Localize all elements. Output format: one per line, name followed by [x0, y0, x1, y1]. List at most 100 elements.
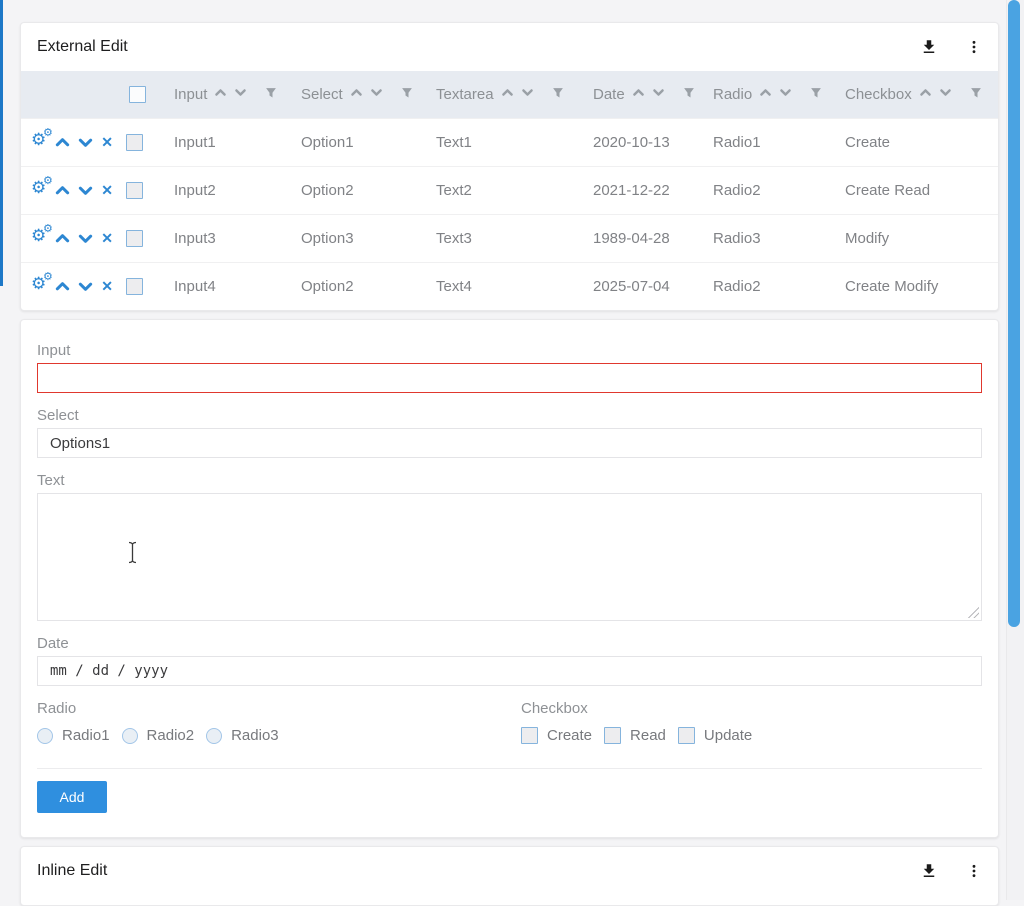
- filter-icon[interactable]: [552, 86, 564, 103]
- filter-icon[interactable]: [970, 86, 982, 103]
- sort-desc-icon[interactable]: [234, 86, 247, 103]
- move-down-icon[interactable]: [78, 231, 93, 246]
- filter-icon[interactable]: [265, 86, 277, 103]
- kebab-menu-icon[interactable]: [966, 863, 982, 879]
- radio-icon[interactable]: [37, 728, 53, 744]
- select-input[interactable]: Options1: [37, 428, 982, 458]
- download-icon[interactable]: [920, 862, 938, 880]
- header-actions-cell: [21, 71, 113, 118]
- text-label: Text: [37, 472, 982, 489]
- cell-input: Input1: [161, 118, 288, 166]
- cell-textarea: Text3: [423, 214, 580, 262]
- cell-textarea: Text1: [423, 118, 580, 166]
- sort-desc-icon[interactable]: [521, 86, 534, 103]
- move-up-icon[interactable]: [55, 135, 70, 150]
- sort-desc-icon[interactable]: [779, 86, 792, 103]
- checkbox-icon[interactable]: [678, 727, 695, 744]
- scrollbar-thumb[interactable]: [1008, 0, 1020, 627]
- cell-checkbox: Create Read: [832, 166, 998, 214]
- radio-icon[interactable]: [206, 728, 222, 744]
- left-accent-bar: [0, 0, 3, 286]
- row-checkbox[interactable]: [126, 230, 143, 247]
- checkbox-icon[interactable]: [604, 727, 621, 744]
- sort-asc-icon[interactable]: [350, 86, 363, 103]
- cell-select: Option2: [288, 262, 423, 310]
- kebab-menu-icon[interactable]: [966, 39, 982, 55]
- sort-asc-icon[interactable]: [759, 86, 772, 103]
- filter-icon[interactable]: [401, 86, 413, 103]
- checkbox-option-read[interactable]: Read: [604, 727, 666, 744]
- radio-option-label: Radio1: [62, 727, 110, 744]
- sort-desc-icon[interactable]: [652, 86, 665, 103]
- row-checkbox[interactable]: [126, 278, 143, 295]
- external-edit-header: External Edit: [21, 23, 998, 71]
- date-input[interactable]: mm / dd / yyyy: [37, 656, 982, 686]
- row-checkbox[interactable]: [126, 134, 143, 151]
- cell-textarea: Text4: [423, 262, 580, 310]
- choice-row: Radio Radio1 Radio2 Radio3: [37, 686, 982, 744]
- cell-checkbox: Modify: [832, 214, 998, 262]
- move-down-icon[interactable]: [78, 135, 93, 150]
- row-checkbox[interactable]: [126, 182, 143, 199]
- sort-asc-icon[interactable]: [632, 86, 645, 103]
- cell-textarea: Text2: [423, 166, 580, 214]
- row-actions: [31, 181, 113, 199]
- filter-icon[interactable]: [683, 86, 695, 103]
- select-all-checkbox[interactable]: [129, 86, 146, 103]
- sort-asc-icon[interactable]: [501, 86, 514, 103]
- checkbox-option-update[interactable]: Update: [678, 727, 752, 744]
- filter-icon[interactable]: [810, 86, 822, 103]
- move-down-icon[interactable]: [78, 183, 93, 198]
- checkbox-group-label: Checkbox: [521, 700, 982, 717]
- card-title: External Edit: [37, 38, 128, 56]
- column-label: Checkbox: [845, 86, 912, 103]
- settings-icon[interactable]: [31, 277, 47, 295]
- settings-icon[interactable]: [31, 181, 47, 199]
- radio-option-radio1[interactable]: Radio1: [37, 727, 110, 744]
- delete-icon[interactable]: [101, 278, 113, 295]
- delete-icon[interactable]: [101, 182, 113, 199]
- inline-edit-header: Inline Edit: [21, 847, 998, 895]
- column-header-radio: Radio: [700, 71, 832, 118]
- resize-handle-icon[interactable]: [967, 606, 979, 618]
- move-up-icon[interactable]: [55, 183, 70, 198]
- sort-desc-icon[interactable]: [370, 86, 383, 103]
- sort-asc-icon[interactable]: [214, 86, 227, 103]
- input-field[interactable]: [37, 363, 982, 393]
- inline-edit-card: Inline Edit: [20, 846, 999, 906]
- move-up-icon[interactable]: [55, 231, 70, 246]
- delete-icon[interactable]: [101, 134, 113, 151]
- select-label: Select: [37, 407, 982, 424]
- radio-icon[interactable]: [122, 728, 138, 744]
- radio-option-radio2[interactable]: Radio2: [122, 727, 195, 744]
- column-header-textarea: Textarea: [423, 71, 580, 118]
- checkbox-icon[interactable]: [521, 727, 538, 744]
- table-row: Input3 Option3 Text3 1989-04-28 Radio3 M…: [21, 214, 998, 262]
- settings-icon[interactable]: [31, 229, 47, 247]
- cell-select: Option1: [288, 118, 423, 166]
- download-icon[interactable]: [920, 38, 938, 56]
- cell-date: 2025-07-04: [580, 262, 700, 310]
- scrollbar-track[interactable]: [1006, 0, 1024, 900]
- checkbox-group: Checkbox Create Read Update: [521, 686, 982, 744]
- text-cursor-icon: [127, 541, 138, 569]
- form-divider: [37, 768, 982, 769]
- move-up-icon[interactable]: [55, 279, 70, 294]
- text-area[interactable]: [37, 493, 982, 621]
- table-row: Input1 Option1 Text1 2020-10-13 Radio1 C…: [21, 118, 998, 166]
- delete-icon[interactable]: [101, 230, 113, 247]
- card-title: Inline Edit: [37, 862, 107, 880]
- radio-option-radio3[interactable]: Radio3: [206, 727, 279, 744]
- checkbox-option-create[interactable]: Create: [521, 727, 592, 744]
- sort-desc-icon[interactable]: [939, 86, 952, 103]
- radio-option-label: Radio3: [231, 727, 279, 744]
- sort-asc-icon[interactable]: [919, 86, 932, 103]
- table-row: Input4 Option2 Text4 2025-07-04 Radio2 C…: [21, 262, 998, 310]
- cell-checkbox: Create Modify: [832, 262, 998, 310]
- cell-date: 2020-10-13: [580, 118, 700, 166]
- settings-icon[interactable]: [31, 133, 47, 151]
- add-button[interactable]: Add: [37, 781, 107, 813]
- move-down-icon[interactable]: [78, 279, 93, 294]
- column-header-date: Date: [580, 71, 700, 118]
- cell-select: Option2: [288, 166, 423, 214]
